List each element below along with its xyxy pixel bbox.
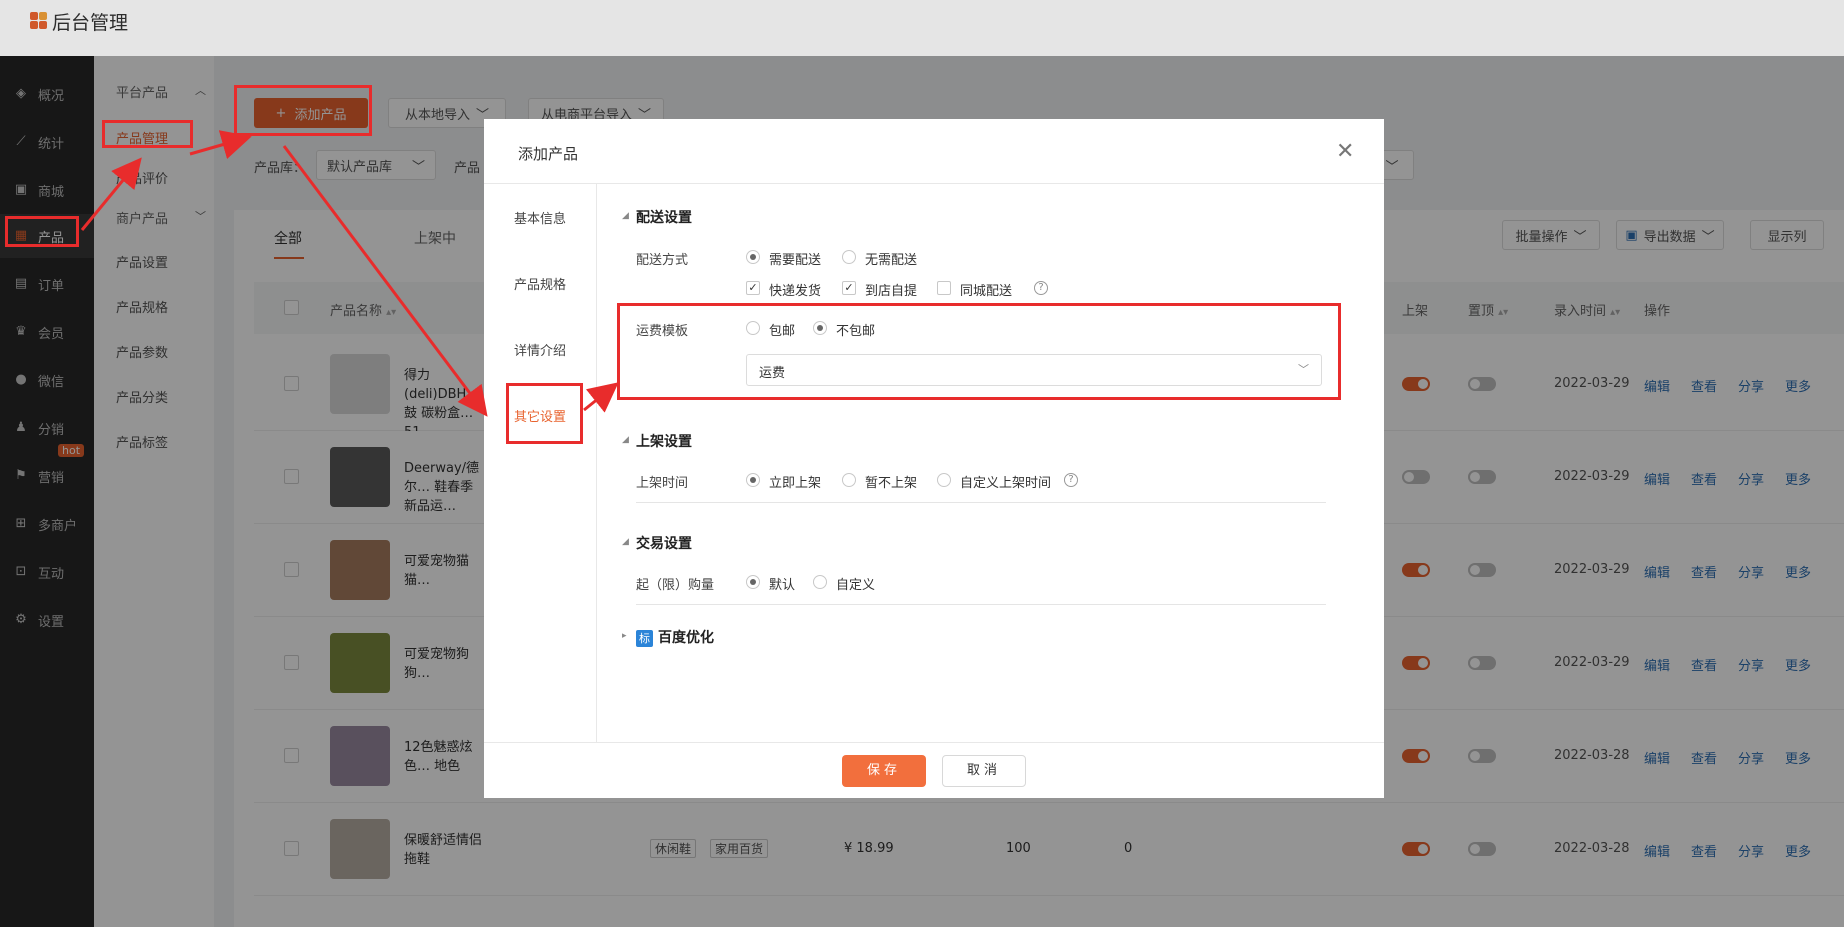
arrow-other-to-freight xyxy=(583,382,619,413)
arrow-product-to-manage xyxy=(80,157,142,231)
annotation-arrows xyxy=(80,130,619,417)
arrow-add-to-other xyxy=(282,145,488,417)
arrow-manage-to-add xyxy=(189,130,252,160)
